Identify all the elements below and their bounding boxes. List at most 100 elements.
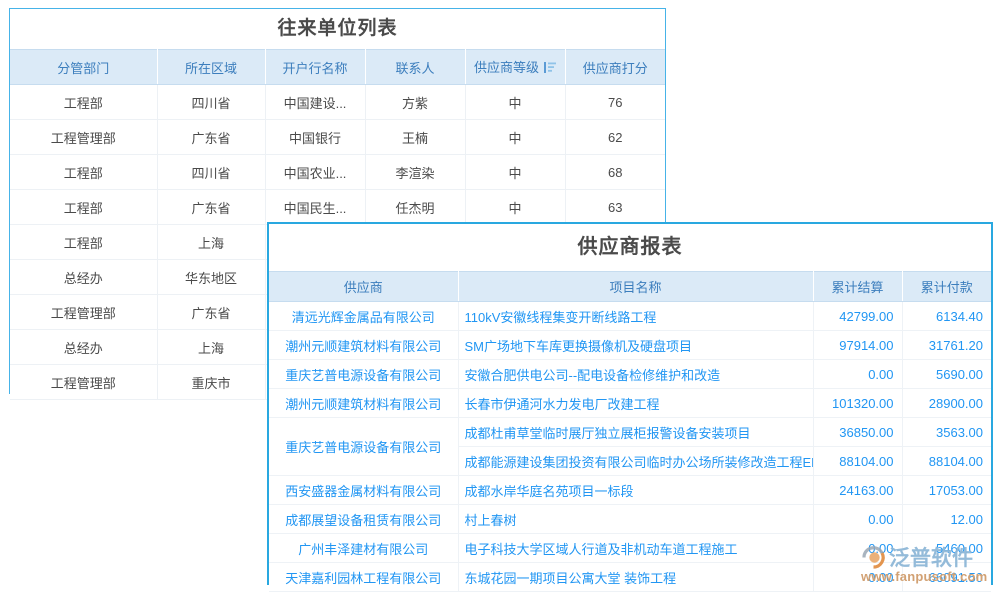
contacts-cell: 广东省 — [157, 120, 265, 155]
supplier-report-body: 清远光辉金属品有限公司110kV安徽线程集变开断线路工程42799.006134… — [269, 302, 991, 592]
project-name-cell[interactable]: 长春市伊通河水力发电厂改建工程 — [458, 389, 813, 418]
contacts-cell: 工程部 — [10, 225, 157, 260]
table-row[interactable]: 工程部广东省中国民生...任杰明中63 — [10, 190, 665, 225]
project-name-cell[interactable]: 东城花园一期项目公寓大堂 装饰工程 — [458, 563, 813, 592]
table-row[interactable]: 天津嘉利园林工程有限公司东城花园一期项目公寓大堂 装饰工程0.0066091.5… — [269, 563, 991, 592]
supplier-name-cell[interactable]: 重庆艺普电源设备有限公司 — [269, 418, 458, 476]
contacts-cell: 中国农业... — [265, 155, 365, 190]
project-name-cell[interactable]: SM广场地下车库更换摄像机及硬盘项目 — [458, 331, 813, 360]
contacts-cell: 76 — [565, 85, 665, 120]
table-row[interactable]: 工程部四川省中国农业...李渲染中68 — [10, 155, 665, 190]
project-name-cell[interactable]: 成都能源建设集团投资有限公司临时办公场所装修改造工程EPC — [458, 447, 813, 476]
contacts-col-header-5[interactable]: 供应商打分 — [565, 50, 665, 85]
table-row[interactable]: 重庆艺普电源设备有限公司成都杜甫草堂临时展厅独立展柜报警设备安装项目36850.… — [269, 418, 991, 447]
table-row[interactable]: 工程部四川省中国建设...方紫中76 — [10, 85, 665, 120]
settled-amount-cell: 42799.00 — [813, 302, 902, 331]
contacts-cell: 任杰明 — [365, 190, 465, 225]
supplier-report-header-row: 供应商项目名称累计结算累计付款 — [269, 272, 991, 302]
table-row[interactable]: 清远光辉金属品有限公司110kV安徽线程集变开断线路工程42799.006134… — [269, 302, 991, 331]
supplier-name-cell[interactable]: 广州丰泽建材有限公司 — [269, 534, 458, 563]
table-row[interactable]: 重庆艺普电源设备有限公司安徽合肥供电公司--配电设备检修维护和改造0.00569… — [269, 360, 991, 389]
supplier-col-header-3[interactable]: 累计付款 — [902, 272, 991, 302]
paid-amount-cell: 17053.00 — [902, 476, 991, 505]
settled-amount-cell: 0.00 — [813, 360, 902, 389]
supplier-name-cell[interactable]: 清远光辉金属品有限公司 — [269, 302, 458, 331]
contacts-col-header-2[interactable]: 开户行名称 — [265, 50, 365, 85]
contacts-cell: 广东省 — [157, 190, 265, 225]
contacts-col-header-1[interactable]: 所在区域 — [157, 50, 265, 85]
contacts-cell: 中 — [465, 120, 565, 155]
settled-amount-cell: 36850.00 — [813, 418, 902, 447]
contacts-col-header-label: 供应商打分 — [583, 61, 648, 76]
supplier-col-header-1[interactable]: 项目名称 — [458, 272, 813, 302]
contacts-cell: 总经办 — [10, 260, 157, 295]
table-row[interactable]: 西安盛器金属材料有限公司成都水岸华庭名苑项目一标段24163.0017053.0… — [269, 476, 991, 505]
contacts-cell: 四川省 — [157, 155, 265, 190]
contacts-col-header-label: 联系人 — [395, 61, 434, 76]
contacts-col-header-label: 分管部门 — [57, 61, 109, 76]
settled-amount-cell: 0.00 — [813, 505, 902, 534]
paid-amount-cell: 5460.00 — [902, 534, 991, 563]
contacts-cell: 62 — [565, 120, 665, 155]
settled-amount-cell: 97914.00 — [813, 331, 902, 360]
contacts-col-header-label: 所在区域 — [185, 61, 237, 76]
supplier-col-header-0[interactable]: 供应商 — [269, 272, 458, 302]
contacts-col-header-4[interactable]: 供应商等级 — [465, 50, 565, 85]
supplier-report-panel: 供应商报表 供应商项目名称累计结算累计付款 清远光辉金属品有限公司110kV安徽… — [267, 222, 993, 585]
project-name-cell[interactable]: 110kV安徽线程集变开断线路工程 — [458, 302, 813, 331]
supplier-name-cell[interactable]: 成都展望设备租赁有限公司 — [269, 505, 458, 534]
paid-amount-cell: 88104.00 — [902, 447, 991, 476]
contacts-col-header-0[interactable]: 分管部门 — [10, 50, 157, 85]
contacts-cell: 王楠 — [365, 120, 465, 155]
paid-amount-cell: 31761.20 — [902, 331, 991, 360]
supplier-name-cell[interactable]: 潮州元顺建筑材料有限公司 — [269, 389, 458, 418]
paid-amount-cell: 3563.00 — [902, 418, 991, 447]
paid-amount-cell: 66091.50 — [902, 563, 991, 592]
supplier-report-title: 供应商报表 — [269, 224, 991, 271]
table-row[interactable]: 广州丰泽建材有限公司电子科技大学区域人行道及非机动车道工程施工0.005460.… — [269, 534, 991, 563]
contacts-cell: 63 — [565, 190, 665, 225]
contacts-cell: 四川省 — [157, 85, 265, 120]
paid-amount-cell: 6134.40 — [902, 302, 991, 331]
contacts-cell: 工程管理部 — [10, 365, 157, 400]
project-name-cell[interactable]: 村上春树 — [458, 505, 813, 534]
contacts-cell: 工程管理部 — [10, 120, 157, 155]
contacts-cell: 工程部 — [10, 85, 157, 120]
supplier-name-cell[interactable]: 天津嘉利园林工程有限公司 — [269, 563, 458, 592]
contacts-cell: 68 — [565, 155, 665, 190]
screenshot-stage: 往来单位列表 分管部门所在区域开户行名称联系人供应商等级供应商打分 工程部四川省… — [0, 0, 1000, 600]
contacts-table-header-row: 分管部门 所在区域 开户行名称 联系人 供应商等级 供应商打分 — [10, 50, 665, 85]
contacts-cell: 总经办 — [10, 330, 157, 365]
contacts-cell: 上海 — [157, 330, 265, 365]
table-row[interactable]: 工程管理部广东省中国银行王楠中62 — [10, 120, 665, 155]
project-name-cell[interactable]: 电子科技大学区域人行道及非机动车道工程施工 — [458, 534, 813, 563]
project-name-cell[interactable]: 安徽合肥供电公司--配电设备检修维护和改造 — [458, 360, 813, 389]
settled-amount-cell: 101320.00 — [813, 389, 902, 418]
settled-amount-cell: 0.00 — [813, 563, 902, 592]
contacts-cell: 工程部 — [10, 190, 157, 225]
supplier-col-header-2[interactable]: 累计结算 — [813, 272, 902, 302]
supplier-report-table: 供应商项目名称累计结算累计付款 清远光辉金属品有限公司110kV安徽线程集变开断… — [269, 271, 991, 592]
contacts-col-header-label: 供应商等级 — [474, 60, 539, 75]
supplier-name-cell[interactable]: 西安盛器金属材料有限公司 — [269, 476, 458, 505]
contacts-cell: 中 — [465, 155, 565, 190]
contacts-cell: 上海 — [157, 225, 265, 260]
supplier-name-cell[interactable]: 潮州元顺建筑材料有限公司 — [269, 331, 458, 360]
table-row[interactable]: 潮州元顺建筑材料有限公司长春市伊通河水力发电厂改建工程101320.002890… — [269, 389, 991, 418]
contacts-cell: 李渲染 — [365, 155, 465, 190]
project-name-cell[interactable]: 成都杜甫草堂临时展厅独立展柜报警设备安装项目 — [458, 418, 813, 447]
paid-amount-cell: 5690.00 — [902, 360, 991, 389]
sort-icon[interactable] — [544, 61, 556, 76]
contacts-panel-title: 往来单位列表 — [10, 9, 665, 49]
table-row[interactable]: 成都展望设备租赁有限公司村上春树0.0012.00 — [269, 505, 991, 534]
contacts-cell: 广东省 — [157, 295, 265, 330]
contacts-cell: 中国民生... — [265, 190, 365, 225]
contacts-cell: 中国建设... — [265, 85, 365, 120]
contacts-cell: 中 — [465, 85, 565, 120]
contacts-col-header-3[interactable]: 联系人 — [365, 50, 465, 85]
contacts-cell: 中 — [465, 190, 565, 225]
project-name-cell[interactable]: 成都水岸华庭名苑项目一标段 — [458, 476, 813, 505]
table-row[interactable]: 潮州元顺建筑材料有限公司SM广场地下车库更换摄像机及硬盘项目97914.0031… — [269, 331, 991, 360]
contacts-cell: 方紫 — [365, 85, 465, 120]
supplier-name-cell[interactable]: 重庆艺普电源设备有限公司 — [269, 360, 458, 389]
